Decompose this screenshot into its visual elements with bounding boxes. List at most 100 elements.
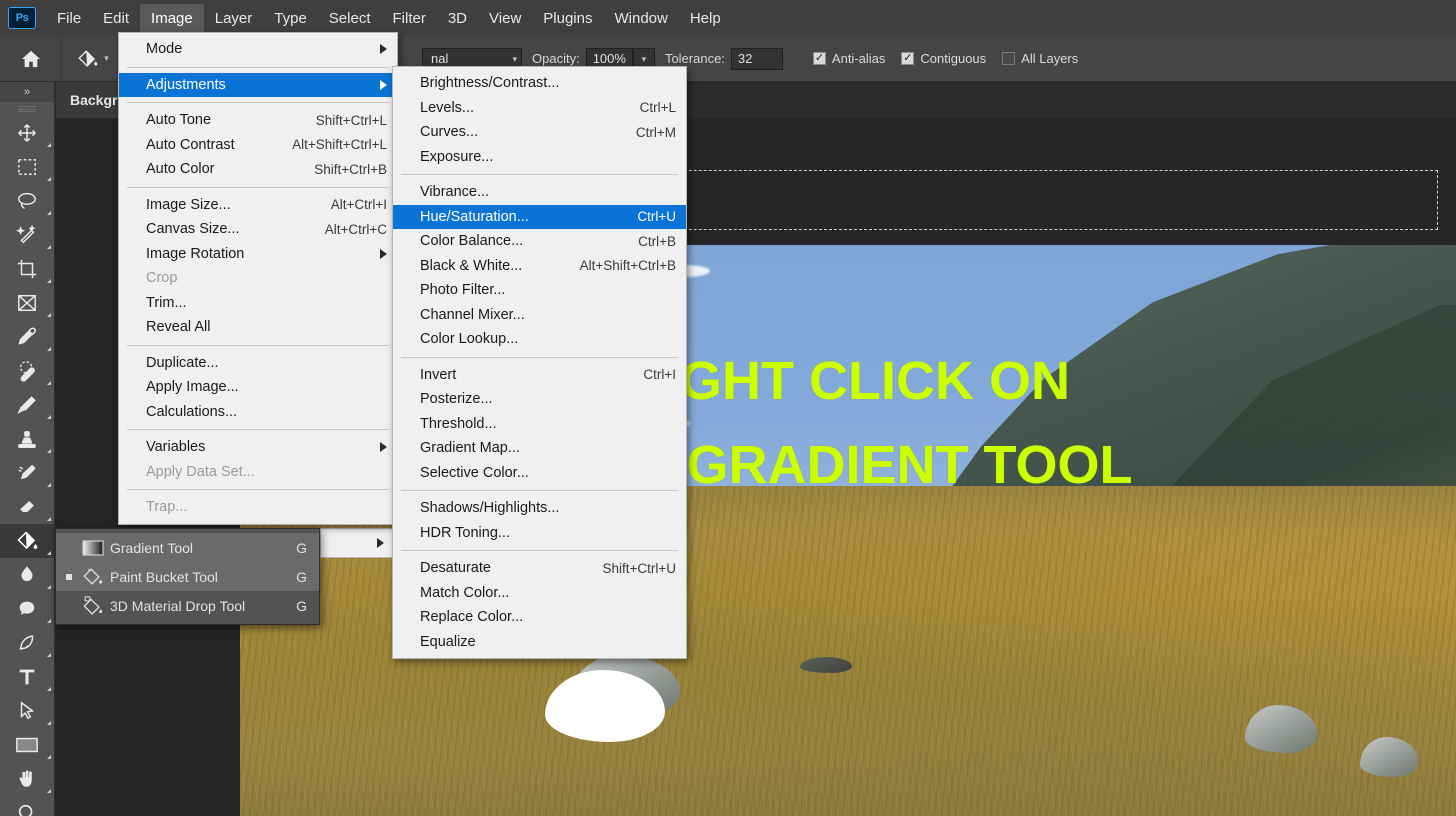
image-menu-item-label: Apply Image... [146,379,239,396]
adjustments-menu-item[interactable]: Desaturate Shift+Ctrl+U [393,556,686,581]
collapse-panel-button[interactable]: » [0,82,54,102]
adjustments-menu-item[interactable]: Color Lookup... [393,327,686,352]
rectangle-tool[interactable] [0,728,54,762]
all-layers-checkbox[interactable]: ✓ All Layers [1002,51,1078,66]
image-menu-item[interactable]: Adjustments [119,72,397,97]
submenu-arrow-icon [380,79,387,90]
contiguous-checkbox[interactable]: ✓ Contiguous [901,51,986,66]
lasso-tool[interactable] [0,184,54,218]
image-menu-item[interactable]: Auto Color Shift+Ctrl+B [119,157,397,182]
anti-alias-checkbox[interactable]: ✓ Anti-alias [812,51,885,66]
adjustments-menu-item-shortcut: Ctrl+B [638,233,676,249]
healing-brush-tool[interactable] [0,354,54,388]
flyout-tool-shortcut: G [296,539,307,556]
menu-3d[interactable]: 3D [437,4,478,33]
gradient-tool-flyout[interactable]: Gradient Tool G Paint Bucket Tool G 3D Mater… [55,528,320,625]
flyout-tool-item[interactable]: Gradient Tool G [56,533,319,562]
adjustments-menu-item[interactable]: Hue/Saturation... Ctrl+U [393,204,686,229]
adjustments-menu-item[interactable]: HDR Toning... [393,521,686,546]
image-menu-item[interactable]: Trim... [119,291,397,316]
blur-tool[interactable] [0,558,54,592]
image-menu-dropdown[interactable]: Mode Adjustments Auto Tone Shift+Ctrl+L Auto… [118,32,398,525]
menu-help[interactable]: Help [679,4,732,33]
panel-grip-icon [0,102,54,116]
adjustments-menu-item[interactable]: Color Balance... Ctrl+B [393,229,686,254]
menu-plugins[interactable]: Plugins [532,4,603,33]
adjustments-menu-item[interactable]: Exposure... [393,145,686,170]
image-menu-item[interactable]: Auto Tone Shift+Ctrl+L [119,108,397,133]
home-button[interactable] [0,35,62,82]
image-menu-item[interactable]: Image Size... Alt+Ctrl+I [119,193,397,218]
path-selection-tool[interactable] [0,694,54,728]
history-brush-tool[interactable] [0,456,54,490]
adjustments-menu-item[interactable]: Curves... Ctrl+M [393,120,686,145]
menu-edit[interactable]: Edit [92,4,140,33]
adjustments-menu-item[interactable]: Levels... Ctrl+L [393,96,686,121]
hand-tool[interactable] [0,762,54,796]
menu-separator [401,356,678,358]
image-menu-item-shortcut: Alt+Ctrl+I [330,197,387,213]
flyout-tool-item[interactable]: Paint Bucket Tool G [56,562,319,591]
image-menu-item[interactable]: Canvas Size... Alt+Ctrl+C [119,217,397,242]
adjustments-menu-item[interactable]: Vibrance... [393,180,686,205]
image-menu-item[interactable]: Mode [119,37,397,62]
object-selection-tool[interactable] [0,218,54,252]
eyedropper-tool[interactable] [0,320,54,354]
menu-type[interactable]: Type [263,4,318,33]
adjustments-menu-item[interactable]: Equalize [393,630,686,655]
adjustments-menu-item-shortcut: Alt+Shift+Ctrl+B [579,258,676,274]
chevron-down-icon[interactable]: ▾ [104,53,109,64]
eraser-tool[interactable] [0,490,54,524]
crop-tool[interactable] [0,252,54,286]
menu-window[interactable]: Window [603,4,678,33]
image-menu-item[interactable]: Apply Image... [119,375,397,400]
brush-tool[interactable] [0,388,54,422]
gradient-tool[interactable] [0,524,54,558]
adjustments-menu-item[interactable]: Brightness/Contrast... [393,71,686,96]
adjustments-menu-item-label: Photo Filter... [420,282,506,299]
menu-select[interactable]: Select [318,4,382,33]
adjustments-menu-item-label: Match Color... [420,584,510,601]
image-menu-item[interactable]: Variables [119,435,397,460]
menu-view[interactable]: View [478,4,532,33]
adjustments-menu-item[interactable]: Match Color... [393,581,686,606]
checkbox-icon: ✓ [1002,52,1016,65]
clone-stamp-tool[interactable] [0,422,54,456]
adjustments-menu-item[interactable]: Channel Mixer... [393,303,686,328]
type-tool[interactable] [0,660,54,694]
image-menu-item[interactable]: Duplicate... [119,351,397,376]
adjustments-menu-item[interactable]: Gradient Map... [393,436,686,461]
adjustments-submenu-dropdown[interactable]: Brightness/Contrast... Levels... Ctrl+L Cur… [392,66,687,659]
zoom-tool[interactable] [0,796,54,816]
rectangular-marquee-tool[interactable] [0,150,54,184]
adjustments-menu-item[interactable]: Shadows/Highlights... [393,496,686,521]
menu-layer[interactable]: Layer [204,4,264,33]
adjustments-menu-item[interactable]: Replace Color... [393,605,686,630]
image-menu-item[interactable]: Calculations... [119,400,397,425]
pen-tool[interactable] [0,626,54,660]
image-menu-item[interactable]: Auto Contrast Alt+Shift+Ctrl+L [119,133,397,158]
menu-filter[interactable]: Filter [382,4,437,33]
active-tool-preset[interactable]: ▾ [62,35,124,82]
image-menu-item[interactable]: Image Rotation [119,242,397,267]
adjustments-menu-item[interactable]: Invert Ctrl+I [393,363,686,388]
menu-image[interactable]: Image [140,3,204,33]
checkbox-icon: ✓ [812,52,826,65]
dodge-tool[interactable] [0,592,54,626]
submenu-arrow-icon [380,248,387,259]
move-tool[interactable] [0,116,54,150]
adjustments-menu-item[interactable]: Photo Filter... [393,278,686,303]
adjustments-menu-item-label: Channel Mixer... [420,306,525,323]
adjustments-menu-item[interactable]: Selective Color... [393,461,686,486]
frame-tool[interactable] [0,286,54,320]
adjustments-menu-item-shortcut: Shift+Ctrl+U [602,560,676,576]
adjustments-menu-item[interactable]: Posterize... [393,387,686,412]
adjustments-menu-item-label: Hue/Saturation... [420,208,529,225]
image-menu-item[interactable]: Reveal All [119,315,397,340]
tolerance-input[interactable]: 32 [730,47,783,70]
flyout-tool-item[interactable]: 3D Material Drop Tool G [56,591,319,620]
adjustments-menu-item[interactable]: Threshold... [393,412,686,437]
adjustments-menu-item[interactable]: Black & White... Alt+Shift+Ctrl+B [393,254,686,279]
adjustments-menu-item-label: Replace Color... [420,609,524,626]
menu-file[interactable]: File [46,4,92,33]
